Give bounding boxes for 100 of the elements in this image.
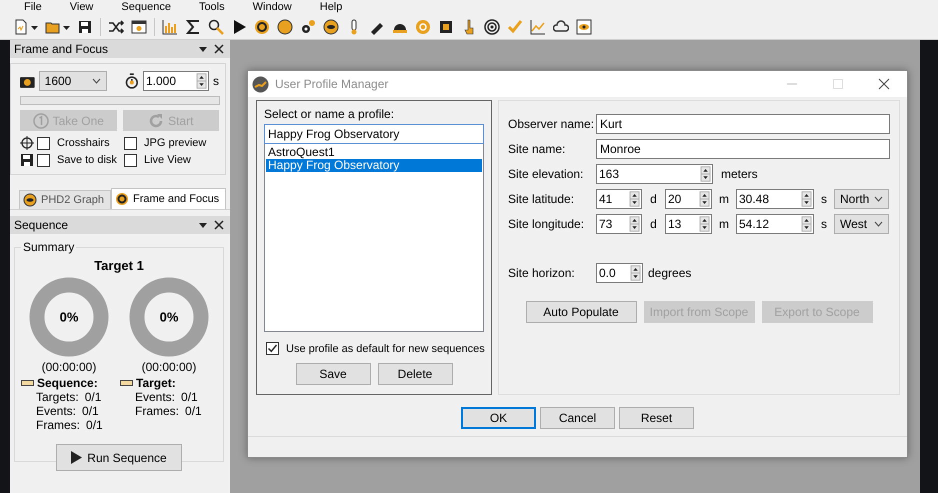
shuffle-icon[interactable] (108, 18, 124, 34)
unit-label: degrees (648, 266, 692, 280)
stat-value: 0/1 (185, 404, 202, 418)
checkbox[interactable] (124, 154, 137, 166)
stat-value: 0/1 (82, 404, 99, 418)
menu-item[interactable]: Window (252, 1, 292, 13)
app-icon (252, 76, 269, 92)
menu-item[interactable]: File (24, 1, 42, 13)
option-label: Crosshairs (57, 137, 110, 149)
stat-value: 0/1 (84, 390, 102, 404)
dropdown-icon[interactable] (198, 44, 208, 54)
search-icon[interactable] (208, 18, 224, 34)
eye-frame-icon[interactable] (576, 18, 592, 34)
dialog-button[interactable]: OK (461, 407, 536, 429)
panel-title: Frame and Focus (14, 42, 110, 56)
text-field[interactable]: Kurt (596, 114, 890, 134)
aperture-icon[interactable] (254, 18, 270, 34)
profile-item[interactable]: Happy Frog Observatory (266, 159, 482, 172)
option-label: Use profile as default for new sequences (286, 342, 485, 354)
chevron-icon (874, 196, 883, 202)
menu-item[interactable]: Sequence (121, 1, 171, 13)
stat-value: 0/1 (86, 418, 103, 432)
field-label: Site elevation: (508, 167, 584, 181)
one-icon (32, 112, 49, 128)
progress-percent: 0% (160, 310, 178, 324)
stopwatch-icon (125, 73, 139, 89)
menu-item[interactable]: Help (320, 1, 342, 13)
unit-label: m (718, 217, 730, 231)
unit-label: d (649, 217, 658, 231)
target-icon[interactable] (484, 18, 500, 34)
run-sequence-button[interactable]: Run Sequence (56, 444, 182, 471)
stat-value: 0/1 (181, 390, 198, 404)
profile-item[interactable]: AstroQuest1 (266, 146, 482, 159)
checkbox[interactable] (37, 154, 50, 166)
field-label: Select or name a profile: (264, 107, 396, 121)
panel-tab[interactable]: PHD2 Graph (19, 190, 111, 209)
checkbox[interactable] (124, 136, 137, 150)
stat-label: Events: (135, 390, 176, 404)
window-icon[interactable] (131, 18, 147, 34)
direction-dropdown[interactable]: West (834, 214, 889, 234)
save-icon (20, 153, 34, 167)
play-icon (71, 451, 82, 464)
profile-name-field[interactable]: Happy Frog Observatory (264, 124, 484, 144)
unit-label: meters (721, 167, 758, 181)
chevron-icon (874, 221, 883, 227)
line-chart-icon[interactable] (530, 18, 546, 34)
option-label: Save to disk (57, 154, 117, 166)
dialog-button[interactable]: Cancel (540, 407, 615, 429)
cloud-icon[interactable] (553, 18, 569, 34)
stat-label: Targets: (36, 390, 79, 404)
crosshair-icon (20, 136, 34, 150)
aperture-icon (114, 192, 129, 206)
target-name: Target 1 (93, 258, 145, 273)
menu-item[interactable]: View (70, 1, 94, 13)
option-label: Live View (144, 154, 191, 166)
text-field[interactable]: Monroe (596, 139, 890, 159)
elapsed-time: (00:00:00) (142, 360, 196, 374)
square-icon[interactable] (438, 18, 454, 34)
sigma-icon[interactable] (185, 18, 201, 34)
elapsed-time: (00:00:00) (42, 360, 96, 374)
field-label: Observer name: (508, 117, 596, 131)
close-icon[interactable] (214, 220, 224, 230)
field-label: Site horizon: (508, 266, 576, 280)
stat-label: Frames: (36, 418, 80, 432)
checkbox[interactable] (37, 136, 50, 150)
direction-dropdown[interactable]: North (834, 189, 889, 209)
site-button[interactable]: Auto Populate (526, 301, 636, 323)
panel-title: Sequence (14, 218, 70, 232)
dialog-button[interactable]: Reset (619, 407, 694, 429)
close-icon[interactable] (214, 44, 224, 54)
unit-label: d (649, 192, 658, 206)
unit-label: s (213, 74, 219, 88)
profile-button[interactable]: Delete (378, 363, 452, 385)
progress-percent: 0% (60, 310, 78, 324)
refresh-icon (148, 112, 164, 128)
save-icon[interactable] (77, 18, 93, 34)
file-icon[interactable] (13, 18, 29, 34)
target-disc-icon[interactable] (323, 18, 339, 34)
checkbox[interactable] (266, 342, 279, 355)
profile-button[interactable]: Save (296, 363, 370, 385)
field-label: Site name: (508, 142, 566, 156)
unit-label: s (820, 217, 828, 231)
bar-chart-icon[interactable] (162, 18, 178, 34)
record-icon[interactable] (277, 18, 293, 34)
chevron-icon (92, 78, 102, 84)
stat-heading: Target: (136, 376, 176, 390)
menu-item[interactable]: Tools (198, 1, 225, 13)
stat-label: Events: (36, 404, 76, 418)
gain-dropdown[interactable]: 1600 (38, 71, 108, 91)
field-label: Site latitude: (508, 192, 576, 206)
play-icon[interactable] (231, 18, 247, 34)
check-icon[interactable] (507, 18, 523, 34)
field-label: Site longitude: (508, 217, 586, 231)
dropdown-icon[interactable] (198, 220, 208, 230)
panel-tab[interactable]: Frame and Focus (110, 188, 226, 209)
option-label: JPG preview (144, 137, 206, 149)
window-title: User Profile Manager (275, 77, 390, 91)
unit-label: s (820, 192, 828, 206)
stat-heading: Sequence: (37, 376, 98, 390)
stat-label: Frames: (135, 404, 180, 418)
